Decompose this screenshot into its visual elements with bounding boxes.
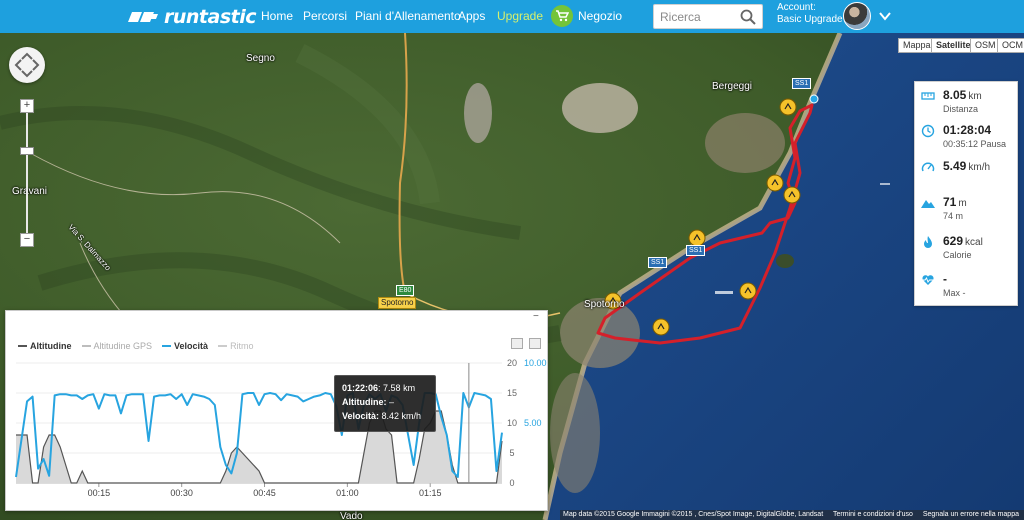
elevation-value: 71: [943, 195, 957, 209]
map-type-osm[interactable]: OSM: [970, 38, 1001, 53]
nav-link-negozio[interactable]: Negozio: [578, 9, 622, 23]
y-right-tick-label: 10.00: [524, 358, 547, 368]
map-attribution: Map data ©2015 Google Immagini ©2015 , C…: [560, 510, 1024, 520]
nav-link-piani-allenamento[interactable]: Piani d'Allenamento: [355, 9, 461, 23]
account-label: Account:: [777, 2, 816, 13]
mountain-icon: [921, 200, 935, 208]
zoom-handle[interactable]: [20, 147, 34, 155]
heart-rate-max: Max -: [943, 288, 966, 298]
clock-icon: [921, 124, 935, 138]
nav-link-home[interactable]: Home: [261, 9, 293, 23]
nav-link-upgrade[interactable]: Upgrade: [497, 9, 543, 23]
x-tick-label: 00:15: [88, 488, 111, 498]
x-tick-label: 00:45: [253, 488, 276, 498]
elevation-sub: 74 m: [943, 211, 964, 221]
search-box: [653, 4, 763, 29]
pan-arrows-icon: [14, 52, 40, 78]
chart-plot[interactable]: 0 5 10 15 20 5.00 10.00 00:15 00:30 00:45 01:00 01:…: [6, 311, 547, 510]
y-left-tick-label: 0: [509, 478, 514, 488]
shopping-cart-icon[interactable]: [551, 5, 573, 27]
tooltip-speed-label: Velocità:: [342, 411, 380, 421]
elevation-unit: m: [958, 198, 967, 209]
chevron-down-icon[interactable]: [878, 9, 892, 23]
tooltip-time: 01:22:06: [342, 383, 379, 393]
heart-rate-value: -: [943, 272, 947, 286]
pause-value: 00:35:12 Pausa: [943, 139, 1007, 149]
map-label-vado: Vado: [340, 511, 363, 520]
zoom-track: [26, 109, 28, 237]
speed-unit: km/h: [968, 162, 991, 173]
road-shield: SS1: [648, 257, 668, 268]
y-left-tick-label: 5: [509, 448, 514, 458]
flame-icon: [924, 236, 932, 248]
map-type-mappa[interactable]: Mappa: [898, 38, 936, 53]
attribution-copyright: Map data ©2015 Google Immagini ©2015 , C…: [563, 511, 824, 518]
duration-value: 01:28:04: [943, 123, 992, 137]
calories-value: 629: [943, 234, 964, 248]
distance-unit: km: [968, 91, 982, 102]
account-menu[interactable]: Account: Basic Upgrade: [777, 2, 843, 26]
account-plan: Basic Upgrade: [777, 14, 843, 25]
runtastic-logo[interactable]: runtastic: [128, 6, 257, 28]
map-label-spotorno: Spotorno: [584, 299, 625, 310]
chart-tooltip: 01:22:06: 7.58 km Altitudine: – Velocità…: [334, 375, 436, 432]
map-label-segno: Segno: [246, 53, 275, 64]
distance-label: Distanza: [943, 104, 979, 114]
y-left-tick-label: 10: [507, 418, 517, 428]
search-input[interactable]: [660, 9, 738, 25]
tooltip-speed: 8.42 km/h: [381, 411, 422, 421]
x-tick-label: 00:30: [170, 488, 193, 498]
y-left-tick-label: 20: [507, 358, 517, 368]
calories-label: Calorie: [943, 250, 972, 260]
speed-value: 5.49: [943, 159, 967, 173]
zoom-in-button[interactable]: +: [20, 99, 34, 113]
road-shield: SS1: [792, 78, 812, 89]
map-type-satellite[interactable]: Satellite: [931, 38, 976, 53]
tooltip-altitude-label: Altitudine:: [342, 397, 387, 407]
zoom-slider[interactable]: + −: [20, 99, 34, 247]
pan-control[interactable]: [9, 47, 45, 83]
map-label-bergeggi: Bergeggi: [712, 81, 753, 92]
attribution-report-link[interactable]: Segnala un errore nella mappa: [923, 511, 1019, 518]
y-left-tick-label: 15: [507, 388, 517, 398]
x-tick-label: 01:15: [419, 488, 442, 498]
distance-value: 8.05: [943, 88, 967, 102]
activity-stats-panel: 8.05 km Distanza 01:28:04 00:35:12 Pausa …: [914, 81, 1018, 306]
runtastic-logo-mark-icon: [128, 12, 158, 22]
road-shield: E80: [396, 285, 415, 296]
elevation-speed-chart-panel: − Altitudine Altitudine GPS Velocità Rit…: [5, 310, 548, 511]
nav-link-percorsi[interactable]: Percorsi: [303, 9, 347, 23]
search-icon[interactable]: [739, 8, 757, 26]
top-navigation-bar: runtastic Home Percorsi Piani d'Allename…: [0, 0, 1024, 33]
x-tick-label: 01:00: [336, 488, 359, 498]
speedometer-icon: [921, 162, 935, 172]
nav-link-apps[interactable]: Apps: [458, 9, 485, 23]
attribution-terms-link[interactable]: Termini e condizioni d'uso: [833, 511, 913, 518]
heart-rate-icon: [922, 275, 934, 285]
map-type-ocm[interactable]: OCM: [997, 38, 1024, 53]
brand-name: runtastic: [164, 6, 257, 28]
y-right-tick-label: 5.00: [524, 418, 542, 428]
avatar[interactable]: [843, 2, 871, 30]
zoom-out-button[interactable]: −: [20, 233, 34, 247]
town-badge-spotorno: Spotorno: [378, 297, 417, 309]
tooltip-distance: 7.58 km: [383, 383, 416, 393]
road-shield: SS1: [686, 245, 706, 256]
tooltip-altitude: –: [389, 397, 395, 407]
calories-unit: kcal: [965, 237, 983, 248]
distance-icon: [921, 92, 935, 100]
